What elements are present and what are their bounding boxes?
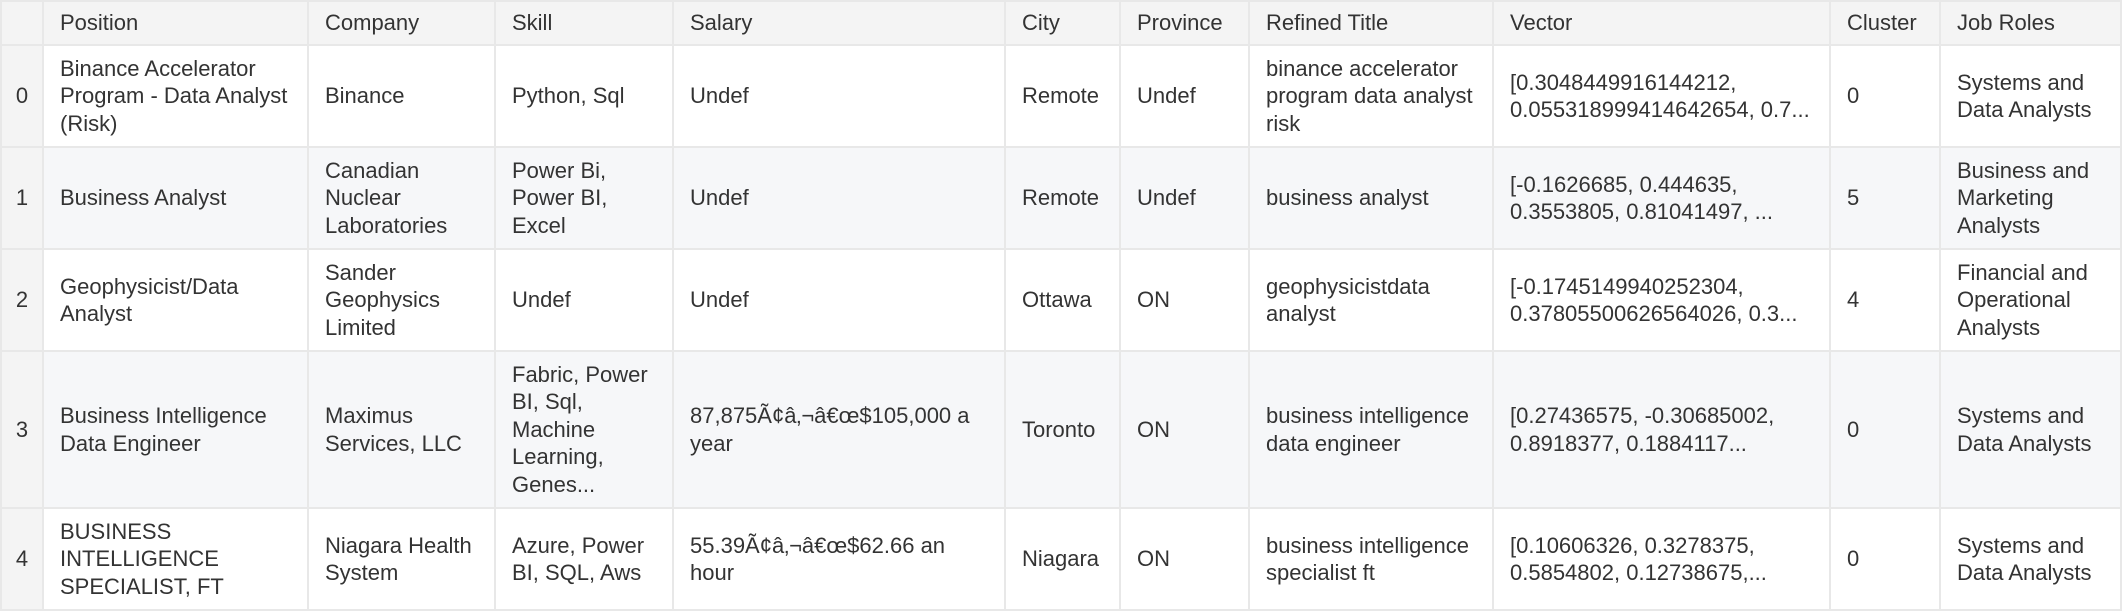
cell-position: BUSINESS INTELLIGENCE SPECIALIST, FT [42,507,309,611]
cell-company: Canadian Nuclear Laboratories [307,146,496,250]
cell-skill: Python, Sql [494,44,674,148]
table-row: 4 BUSINESS INTELLIGENCE SPECIALIST, FT N… [0,507,2122,611]
cell-job-roles: Financial and Operational Analysts [1939,248,2122,352]
cell-company: Niagara Health System [307,507,496,611]
dataframe-table: Position Company Skill Salary City Provi… [0,0,2122,611]
cell-company: Binance [307,44,496,148]
cell-company: Maximus Services, LLC [307,350,496,509]
header-company: Company [307,0,496,46]
cell-job-roles: Systems and Data Analysts [1939,44,2122,148]
table-row: 2 Geophysicist/Data Analyst Sander Geoph… [0,248,2122,352]
header-index [0,0,44,46]
table-body: 0 Binance Accelerator Program - Data Ana… [0,44,2122,611]
cell-salary: Undef [672,146,1006,250]
cell-salary: Undef [672,44,1006,148]
cell-job-roles: Systems and Data Analysts [1939,507,2122,611]
cell-vector: [-0.1745149940252304, 0.3780550062656402… [1492,248,1831,352]
cell-province: ON [1119,507,1250,611]
cell-salary: Undef [672,248,1006,352]
cell-cluster: 0 [1829,507,1941,611]
cell-salary: 87,875Ã¢â‚¬â€œ$105,000 a year [672,350,1006,509]
cell-city: Niagara [1004,507,1121,611]
header-province: Province [1119,0,1250,46]
cell-job-roles: Business and Marketing Analysts [1939,146,2122,250]
row-index: 2 [0,248,44,352]
cell-vector: [0.10606326, 0.3278375, 0.5854802, 0.127… [1492,507,1831,611]
cell-city: Remote [1004,146,1121,250]
header-refined-title: Refined Title [1248,0,1494,46]
header-salary: Salary [672,0,1006,46]
cell-vector: [-0.1626685, 0.444635, 0.3553805, 0.8104… [1492,146,1831,250]
cell-refined-title: business intelligence specialist ft [1248,507,1494,611]
table-row: 0 Binance Accelerator Program - Data Ana… [0,44,2122,148]
row-index: 0 [0,44,44,148]
cell-vector: [0.27436575, -0.30685002, 0.8918377, 0.1… [1492,350,1831,509]
cell-cluster: 0 [1829,44,1941,148]
cell-refined-title: business intelligence data engineer [1248,350,1494,509]
row-index: 3 [0,350,44,509]
row-index: 4 [0,507,44,611]
cell-skill: Azure, Power BI, SQL, Aws [494,507,674,611]
cell-company: Sander Geophysics Limited [307,248,496,352]
cell-refined-title: business analyst [1248,146,1494,250]
table-row: 3 Business Intelligence Data Engineer Ma… [0,350,2122,509]
cell-position: Business Analyst [42,146,309,250]
header-row: Position Company Skill Salary City Provi… [0,0,2122,46]
cell-cluster: 4 [1829,248,1941,352]
cell-position: Business Intelligence Data Engineer [42,350,309,509]
cell-province: Undef [1119,146,1250,250]
cell-refined-title: binance accelerator program data analyst… [1248,44,1494,148]
table-header: Position Company Skill Salary City Provi… [0,0,2122,46]
cell-cluster: 5 [1829,146,1941,250]
cell-province: Undef [1119,44,1250,148]
cell-salary: 55.39Ã¢â‚¬â€œ$62.66 an hour [672,507,1006,611]
cell-city: Toronto [1004,350,1121,509]
cell-position: Binance Accelerator Program - Data Analy… [42,44,309,148]
cell-job-roles: Systems and Data Analysts [1939,350,2122,509]
header-position: Position [42,0,309,46]
header-vector: Vector [1492,0,1831,46]
header-skill: Skill [494,0,674,46]
header-city: City [1004,0,1121,46]
cell-city: Remote [1004,44,1121,148]
cell-refined-title: geophysicistdata analyst [1248,248,1494,352]
cell-city: Ottawa [1004,248,1121,352]
cell-cluster: 0 [1829,350,1941,509]
cell-province: ON [1119,350,1250,509]
header-job-roles: Job Roles [1939,0,2122,46]
table-row: 1 Business Analyst Canadian Nuclear Labo… [0,146,2122,250]
cell-skill: Undef [494,248,674,352]
cell-skill: Power Bi, Power BI, Excel [494,146,674,250]
header-cluster: Cluster [1829,0,1941,46]
cell-position: Geophysicist/Data Analyst [42,248,309,352]
row-index: 1 [0,146,44,250]
cell-vector: [0.3048449916144212, 0.05531899941464265… [1492,44,1831,148]
cell-skill: Fabric, Power BI, Sql, Machine Learning,… [494,350,674,509]
cell-province: ON [1119,248,1250,352]
